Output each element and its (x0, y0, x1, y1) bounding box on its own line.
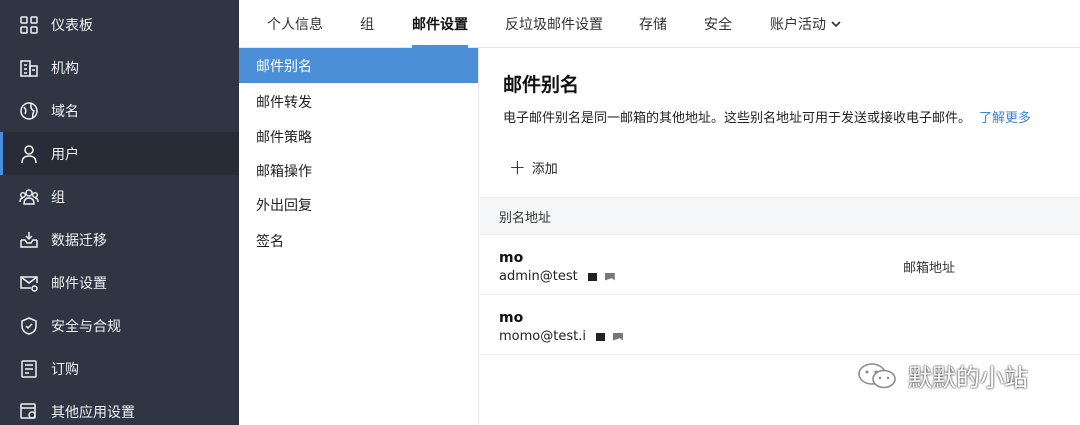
sidebar-item-dashboard[interactable]: 仪表板 (0, 3, 239, 46)
sidebar-item-label: 仪表板 (51, 17, 93, 34)
submenu-label: 邮件转发 (256, 94, 312, 111)
row-name: mo (499, 310, 524, 326)
globe-icon (19, 101, 39, 121)
tab-label: 邮件设置 (412, 17, 468, 33)
watermark-text: 默默的小站 (908, 364, 1028, 392)
sidebar-item-security-compliance[interactable]: 安全与合规 (0, 304, 239, 347)
row-email: admin@test (499, 269, 615, 284)
tab-label: 安全 (704, 17, 732, 33)
tab-label: 个人信息 (267, 17, 323, 33)
tab-personal-info[interactable]: 个人信息 (267, 0, 323, 48)
sidebar-item-organization[interactable]: 机构 (0, 46, 239, 89)
sidebar-item-label: 数据迁移 (51, 232, 107, 249)
sidebar-item-domains[interactable]: 域名 (0, 89, 239, 132)
submenu-label: 邮箱操作 (256, 163, 312, 180)
mail-settings-submenu: 邮件别名 邮件转发 邮件策略 邮箱操作 外出回复 签名 (239, 48, 479, 425)
sidebar-item-data-migration[interactable]: 数据迁移 (0, 218, 239, 261)
tab-account-activity[interactable]: 账户活动 (770, 0, 842, 48)
page-description: 电子邮件别名是同一邮箱的其他地址。这些别名地址可用于发送或接收电子邮件。 了解更多 (503, 107, 1031, 126)
redaction-block-icon (587, 272, 597, 281)
tab-storage[interactable]: 存储 (639, 0, 667, 48)
row-name: mo (499, 250, 524, 266)
sidebar-item-label: 机构 (51, 60, 79, 77)
building-icon (19, 58, 39, 78)
bookmark-icon (612, 332, 623, 341)
top-tab-bar: 个人信息 组 邮件设置 反垃圾邮件设置 存储 安全 账户活动 (239, 0, 1080, 48)
dashboard-icon (19, 15, 39, 35)
submenu-item-signature[interactable]: 签名 (239, 223, 478, 258)
sidebar-item-users[interactable]: 用户 (0, 132, 239, 175)
table-header: 别名地址 (480, 197, 1080, 235)
add-label: 添加 (531, 161, 558, 177)
sidebar-item-label: 订购 (51, 361, 79, 378)
sidebar-item-label: 其他应用设置 (51, 404, 135, 421)
table-row[interactable]: mo admin@test 邮箱地址 (480, 235, 1080, 295)
tab-label: 组 (360, 17, 374, 33)
sidebar-item-groups[interactable]: 组 (0, 175, 239, 218)
add-alias-button[interactable]: + 添加 (509, 156, 558, 178)
submenu-item-mail-forwarding[interactable]: 邮件转发 (239, 84, 478, 119)
tab-label: 反垃圾邮件设置 (505, 17, 603, 33)
mail-settings-icon (19, 273, 39, 293)
row-email: momo@test.i (499, 329, 623, 344)
description-text: 电子邮件别名是同一邮箱的其他地址。这些别名地址可用于发送或接收电子邮件。 (503, 111, 972, 126)
learn-more-link[interactable]: 了解更多 (979, 111, 1031, 126)
submenu-item-mail-policy[interactable]: 邮件策略 (239, 119, 478, 154)
submenu-item-mailbox-actions[interactable]: 邮箱操作 (239, 153, 478, 188)
column-header-alias-address: 别名地址 (499, 210, 552, 226)
submenu-item-out-of-office[interactable]: 外出回复 (239, 187, 478, 222)
tab-groups[interactable]: 组 (360, 0, 374, 48)
group-icon (19, 187, 39, 207)
submenu-label: 外出回复 (256, 197, 312, 214)
wechat-icon (858, 362, 896, 388)
page-title: 邮件别名 (503, 74, 580, 96)
submenu-label: 签名 (256, 233, 284, 250)
row-email-text: admin@test (499, 269, 578, 284)
receipt-icon (19, 359, 39, 379)
shield-icon (19, 316, 39, 336)
row-email-text: momo@test.i (499, 329, 586, 344)
watermark: 默默的小站 (856, 358, 1028, 393)
table-row[interactable]: mo momo@test.i (480, 295, 1080, 355)
sidebar-item-label: 组 (51, 189, 65, 206)
sidebar-item-label: 用户 (51, 146, 79, 163)
sidebar-item-other-app-settings[interactable]: 其他应用设置 (0, 390, 239, 425)
row-address-type: 邮箱地址 (903, 261, 956, 276)
chevron-down-icon (831, 21, 841, 28)
sidebar-item-mail-settings[interactable]: 邮件设置 (0, 261, 239, 304)
user-icon (19, 144, 39, 164)
tab-security[interactable]: 安全 (704, 0, 732, 48)
sidebar-item-label: 安全与合规 (51, 318, 121, 335)
plus-icon: + (509, 155, 526, 179)
main-sidebar: 仪表板 机构 域名 用户 组 数据迁移 邮件设置 安全与合规 订购 其他应用设置 (0, 0, 239, 425)
tab-mail-settings[interactable]: 邮件设置 (412, 0, 468, 48)
tab-label: 账户活动 (770, 17, 826, 33)
apps-settings-icon (19, 402, 39, 422)
sidebar-item-label: 邮件设置 (51, 275, 107, 292)
inbox-download-icon (19, 230, 39, 250)
sidebar-item-label: 域名 (51, 103, 79, 120)
tab-label: 存储 (639, 17, 667, 33)
bookmark-icon (604, 272, 615, 281)
submenu-label: 邮件别名 (256, 58, 312, 75)
tab-antispam-settings[interactable]: 反垃圾邮件设置 (505, 0, 603, 48)
redaction-block-icon (595, 332, 605, 341)
sidebar-item-subscription[interactable]: 订购 (0, 347, 239, 390)
submenu-item-mail-alias[interactable]: 邮件别名 (239, 48, 478, 83)
submenu-label: 邮件策略 (256, 129, 312, 146)
